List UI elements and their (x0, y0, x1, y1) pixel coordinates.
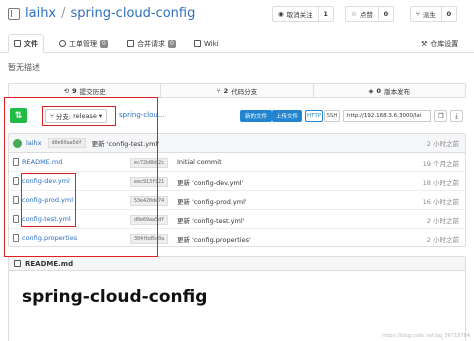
watch-count[interactable]: 1 (317, 7, 333, 21)
star-icon: ☆ (351, 10, 357, 18)
tab-wiki[interactable]: Wiki (189, 34, 224, 53)
fork-count[interactable]: 0 (440, 7, 456, 21)
branches-label: 代码分支 (231, 87, 258, 96)
repo-stats-bar: ⟲ 9 提交历史 ⑂ 2 代码分支 ◈ 0 版本发布 (8, 83, 466, 98)
tab-settings[interactable]: ⚒ 仓库设置 (416, 34, 463, 53)
pull-requests-count-badge: 0 (168, 39, 176, 48)
file-commit-message: 更新 'config-prod.yml' (177, 198, 247, 206)
annotation-box-branch (42, 106, 116, 126)
issue-icon (59, 40, 66, 47)
repo-separator: / (61, 6, 66, 21)
download-icon: ⤓ (455, 111, 458, 120)
upload-file-button[interactable]: 上传文件 (272, 110, 302, 122)
code-icon (14, 40, 21, 47)
file-commit-message: 更新 'config.properties' (177, 236, 251, 244)
http-clone-button[interactable]: HTTP (305, 110, 323, 122)
readme-header: README.md (8, 256, 466, 271)
commits-count: 9 (72, 86, 77, 95)
file-commit-time: 2 小时之前 (426, 236, 459, 244)
file-commit-time: 18 小时之前 (422, 179, 459, 187)
file-commit-message: 更新 'config-test.yml' (177, 217, 245, 225)
tag-icon: ◈ (368, 86, 374, 95)
repo-title: laihx / spring-cloud-config (8, 6, 195, 21)
file-commit-message: Initial commit (177, 158, 222, 166)
unwatch-label: 取消关注 (286, 11, 313, 19)
repo-tabs: 文件 工单管理 0 合并请求 0 Wiki ⚒ 仓库设置 (0, 30, 474, 53)
file-commit-time: 16 小时之前 (422, 198, 459, 206)
branch-icon: ⑂ (216, 86, 221, 95)
fork-label: 派生 (422, 11, 436, 19)
book-icon (194, 40, 201, 47)
annotation-box-config-files (21, 173, 76, 227)
commit-time: 2 小时之前 (426, 140, 459, 148)
repo-owner-link[interactable]: laihx (25, 6, 56, 21)
releases-label: 版本发布 (384, 87, 411, 96)
repo-name-link[interactable]: spring-cloud-config (71, 6, 196, 21)
tab-files[interactable]: 文件 (8, 34, 44, 53)
eye-icon: ◉ (278, 10, 284, 18)
branches-stat[interactable]: ⑂ 2 代码分支 (161, 84, 314, 97)
tab-wiki-label: Wiki (204, 39, 219, 48)
readme-heading: spring-cloud-config (22, 287, 208, 307)
book-icon (14, 260, 21, 267)
commits-stat[interactable]: ⟲ 9 提交历史 (9, 84, 162, 97)
tab-issues-label: 工单管理 (69, 39, 97, 48)
copy-url-button[interactable]: ❐ (434, 110, 447, 122)
copy-icon: ❐ (437, 112, 444, 120)
tab-issues[interactable]: 工单管理 0 (54, 34, 113, 53)
releases-count: 0 (376, 86, 382, 95)
unwatch-button[interactable]: ◉ 取消关注 1 (272, 6, 334, 22)
tab-settings-label: 仓库设置 (430, 39, 459, 48)
download-button[interactable]: ⤓ (450, 110, 463, 122)
watermark: https://blog.csdn.net/qq_36718784 (382, 333, 470, 339)
history-icon: ⟲ (63, 86, 70, 95)
tab-pull-requests[interactable]: 合并请求 0 (122, 34, 181, 53)
merge-icon (127, 40, 134, 47)
star-label: 点赞 (359, 11, 373, 19)
file-commit-message: 更新 'config-dev.yml' (177, 179, 244, 187)
repo-description: 暂无描述 (8, 63, 40, 72)
new-file-button[interactable]: 新的文件 (240, 110, 272, 122)
fork-button[interactable]: ⑂ 派生 0 (410, 6, 457, 22)
star-count[interactable]: 0 (377, 7, 393, 21)
repo-icon (8, 7, 20, 20)
ssh-clone-button[interactable]: SSH (324, 110, 340, 122)
fork-icon: ⑂ (416, 10, 420, 18)
tab-files-label: 文件 (24, 39, 38, 48)
file-commit-time: 2 小时之前 (426, 217, 459, 225)
star-button[interactable]: ☆ 点赞 0 (345, 6, 394, 22)
issues-count-badge: 0 (100, 39, 108, 48)
file-commit-time: 19 个月之前 (422, 160, 459, 168)
clone-url-input[interactable]: http://192.168.3.6:3000/lai (343, 110, 431, 122)
branches-count: 2 (223, 86, 229, 95)
commits-label: 提交历史 (79, 87, 106, 96)
readme-filename: README.md (25, 259, 74, 268)
releases-stat[interactable]: ◈ 0 版本发布 (314, 84, 465, 97)
tab-pull-requests-label: 合并请求 (137, 39, 165, 48)
tools-icon: ⚒ (421, 39, 428, 48)
